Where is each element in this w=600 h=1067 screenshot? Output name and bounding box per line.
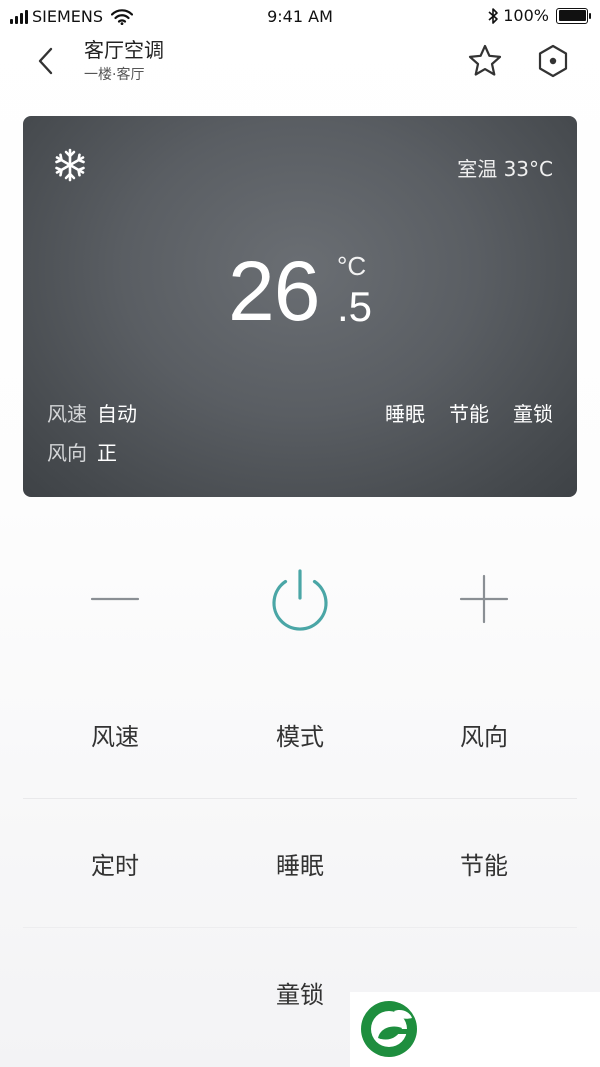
eco-button[interactable]: 节能 <box>392 799 576 927</box>
direction-label: 风向 <box>47 441 87 465</box>
function-row: 风速 模式 风向 <box>23 670 577 799</box>
fan-speed-label: 风速 <box>47 402 87 426</box>
watermark <box>350 992 600 1067</box>
card-features: 睡眠 节能 童锁 <box>385 398 553 427</box>
status-bar: SIEMENS 9:41 AM 100% <box>0 0 600 34</box>
feature-eco: 节能 <box>449 402 489 426</box>
snowflake-icon <box>55 148 85 182</box>
timer-button[interactable]: 定时 <box>23 799 207 927</box>
mode-button[interactable]: 模式 <box>208 670 392 798</box>
room-temperature: 室温 33°C <box>457 157 553 181</box>
ac-status-card: 室温 33°C 26 °C .5 风速 自动 风向正 睡眠 节能 童锁 <box>23 116 577 497</box>
nav-bar: 客厅空调 一楼·客厅 <box>0 34 600 98</box>
back-arrow-icon[interactable] <box>30 44 64 78</box>
fan-speed-value: 自动 <box>97 402 137 426</box>
status-right: 100% <box>487 6 591 25</box>
set-temperature: 26 °C .5 <box>23 241 577 351</box>
set-temp-unit: °C <box>337 251 367 281</box>
temperature-controls <box>0 556 600 646</box>
logo-leaf-icon <box>361 1001 417 1057</box>
sleep-button[interactable]: 睡眠 <box>208 799 392 927</box>
bluetooth-icon <box>488 7 499 24</box>
nav-titles: 客厅空调 一楼·客厅 <box>84 36 164 86</box>
power-icon[interactable] <box>255 556 345 646</box>
function-row: 定时 睡眠 节能 <box>23 799 577 928</box>
page-title: 客厅空调 <box>84 38 164 62</box>
set-temp-integer: 26 <box>228 244 320 338</box>
direction-info: 风向正 <box>47 437 117 466</box>
battery-percent: 100% <box>503 6 549 25</box>
minus-icon[interactable] <box>70 556 160 646</box>
battery-icon <box>556 7 591 24</box>
hexagon-settings-icon[interactable] <box>534 42 572 80</box>
star-icon[interactable] <box>466 42 504 80</box>
fan-speed-button[interactable]: 风速 <box>23 670 207 798</box>
fan-speed-info: 风速 自动 <box>47 398 137 427</box>
page-subtitle: 一楼·客厅 <box>84 67 145 83</box>
feature-child-lock: 童锁 <box>513 402 553 426</box>
feature-sleep: 睡眠 <box>385 402 425 426</box>
direction-button[interactable]: 风向 <box>392 670 576 798</box>
direction-value: 正 <box>97 441 117 465</box>
plus-icon[interactable] <box>439 556 529 646</box>
set-temp-decimal: .5 <box>337 283 373 330</box>
